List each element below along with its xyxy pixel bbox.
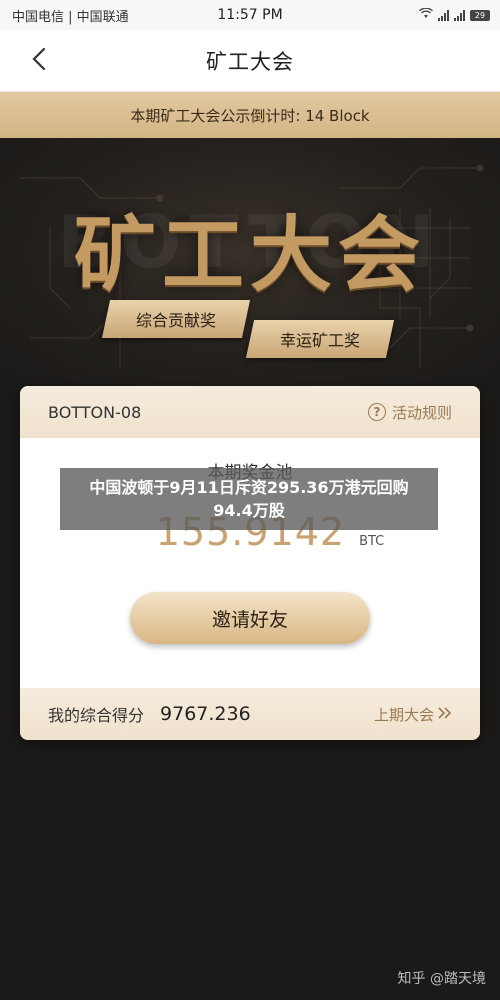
chevron-left-icon: [32, 47, 46, 75]
hero-banner: BOTTON 矿工大会 综合贡献奖 幸运矿工奖: [0, 138, 500, 388]
carrier-info: 中国电信 | 中国联通: [12, 6, 129, 25]
last-session-link[interactable]: 上期大会: [374, 704, 452, 725]
score-value: 9767.236: [160, 703, 251, 725]
card-header: BOTTON-08 ? 活动规则: [20, 386, 480, 438]
award-tag-contribution[interactable]: 综合贡献奖: [101, 300, 251, 338]
nav-bar: 矿工大会: [0, 30, 500, 92]
award-tag-lucky-miner[interactable]: 幸运矿工奖: [245, 320, 395, 358]
award-tag-label: 综合贡献奖: [135, 311, 216, 330]
back-button[interactable]: [24, 44, 54, 78]
rules-label: 活动规则: [391, 403, 452, 422]
signal-icon-2: [454, 9, 465, 21]
wifi-icon: [419, 7, 433, 22]
card-footer: 我的综合得分 9767.236 上期大会: [20, 688, 480, 740]
credit-watermark: 知乎 @踏天境: [397, 971, 486, 987]
countdown-banner: 本期矿工大会公示倒计时: 14 Block: [0, 92, 500, 138]
carrier-label: 中国电信 | 中国联通: [12, 9, 129, 25]
page-title: 矿工大会: [206, 49, 294, 74]
award-tag-label: 幸运矿工奖: [279, 331, 360, 350]
card-id: BOTTON-08: [48, 402, 142, 422]
news-overlay: 中国波顿于9月11日斥资295.36万港元回购94.4万股: [60, 468, 438, 530]
battery-icon: 29: [470, 9, 490, 21]
double-chevron-right-icon: [438, 705, 452, 723]
status-icons: 29: [419, 7, 490, 22]
question-icon: ?: [367, 403, 386, 421]
signal-icon: [438, 9, 449, 21]
last-session-label: 上期大会: [373, 705, 434, 724]
hero-title: 矿工大会: [73, 208, 426, 303]
score-label: 我的综合得分: [48, 706, 145, 725]
rules-link[interactable]: ? 活动规则: [367, 402, 452, 423]
status-bar: 中国电信 | 中国联通 11:57 PM 29: [0, 0, 500, 30]
invite-friends-button[interactable]: 邀请好友: [130, 592, 370, 644]
pool-unit: BTC: [359, 534, 385, 549]
prize-card: BOTTON-08 ? 活动规则 本期奖金池 155.9142 BTC 邀请好友…: [20, 386, 480, 740]
